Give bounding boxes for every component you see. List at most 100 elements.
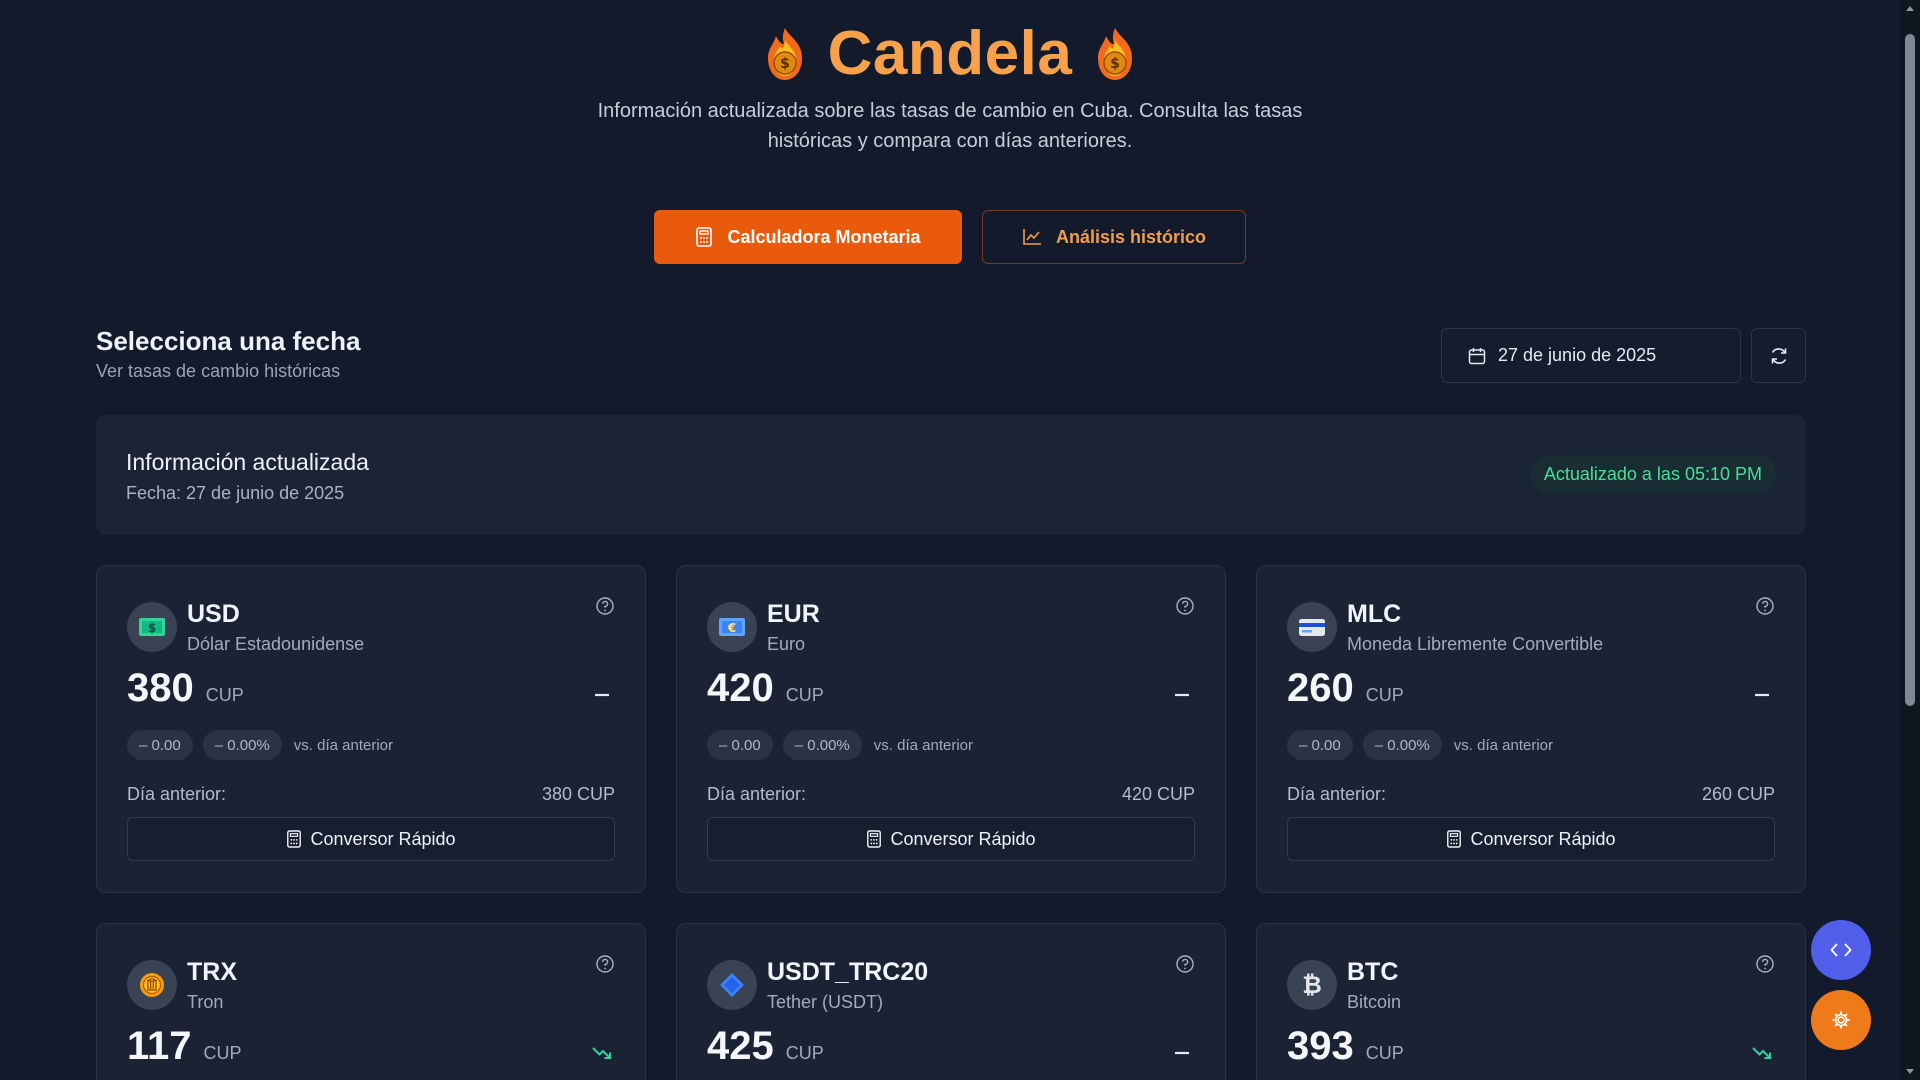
calculator-icon: [867, 830, 882, 848]
calculator-button-label: Calculadora Monetaria: [727, 226, 921, 247]
previous-day-value: 380 CUP: [541, 784, 615, 804]
rate-cards: $ USD Dólar Estadounidense 380 CUP – 0.0…: [96, 565, 1806, 1080]
rate: 393 CUP: [1287, 1024, 1404, 1069]
rate: 260 CUP: [1287, 666, 1404, 711]
calculator-button[interactable]: Calculadora Monetaria: [654, 210, 962, 264]
trend-flat-icon: [1755, 693, 1769, 697]
help-circle-icon[interactable]: [1755, 596, 1775, 616]
vs-label: vs. día anterior: [873, 736, 973, 754]
change-chips: – 0.00 – 0.00% vs. día anterior: [707, 730, 973, 760]
currency-code: TRX: [187, 958, 237, 986]
svg-text:$: $: [780, 56, 790, 72]
refresh-button[interactable]: [1751, 328, 1806, 383]
rate: 117 CUP: [127, 1024, 242, 1069]
rate-value: 420: [707, 666, 774, 710]
tron-coin-icon: [127, 960, 177, 1010]
quick-converter-button[interactable]: Conversor Rápido: [127, 817, 615, 861]
rate-unit: CUP: [1365, 1043, 1404, 1063]
quick-converter-button[interactable]: Conversor Rápido: [707, 817, 1195, 861]
scrollbar-thumb[interactable]: [1905, 34, 1915, 706]
settings-fab-button[interactable]: [1811, 990, 1871, 1050]
help-circle-icon[interactable]: [1755, 954, 1775, 974]
code-brackets-icon: [1830, 943, 1852, 957]
calendar-icon: [1468, 347, 1486, 364]
updated-badge: Actualizado a las 05:10 PM: [1529, 455, 1776, 493]
flame-coin-icon: $: [1098, 27, 1133, 80]
currency-code: USDT_TRC20: [767, 958, 929, 986]
rate-value: 260: [1287, 666, 1354, 710]
calculator-icon: [287, 830, 302, 848]
svg-text:€: €: [727, 621, 736, 635]
rate-unit: CUP: [1365, 685, 1404, 705]
currency-name: Dólar Estadounidense: [187, 634, 365, 654]
date-picker[interactable]: 27 de junio de 2025: [1441, 328, 1741, 383]
euro-bill-icon: €: [707, 602, 757, 652]
history-button-label: Análisis histórico: [1055, 226, 1207, 247]
rate-unit: CUP: [205, 685, 244, 705]
app-title: Candela: [827, 19, 1073, 88]
calculator-icon: [1447, 830, 1462, 848]
scroll-up-arrow-icon[interactable]: [1904, 2, 1916, 14]
date-section-header: Selecciona una fecha Ver tasas de cambio…: [96, 326, 360, 382]
currency-name: Tron: [187, 992, 224, 1012]
change-abs-badge: – 0.00: [127, 730, 193, 760]
line-chart-icon: [1023, 229, 1041, 245]
tether-diamond-icon: [707, 960, 757, 1010]
info-bar: Información actualizada Fecha: 27 de jun…: [96, 415, 1806, 535]
credit-card-icon: [1287, 602, 1337, 652]
currency-name: Tether (USDT): [767, 992, 884, 1012]
previous-day-row: Día anterior: 260 CUP: [1287, 784, 1775, 805]
quick-converter-label: Conversor Rápido: [1470, 828, 1616, 849]
rate-unit: CUP: [785, 685, 824, 705]
currency-code: EUR: [767, 600, 820, 628]
currency-card-usdt-trc20: USDT_TRC20 Tether (USDT) 425 CUP: [676, 923, 1226, 1080]
code-fab-button[interactable]: [1811, 920, 1871, 980]
help-circle-icon[interactable]: [595, 596, 615, 616]
svg-text:$: $: [148, 621, 156, 635]
vs-label: vs. día anterior: [1453, 736, 1553, 754]
previous-day-value: 260 CUP: [1701, 784, 1775, 804]
rate: 380 CUP: [127, 666, 244, 711]
rate-unit: CUP: [785, 1043, 824, 1063]
trend-flat-icon: [1175, 1051, 1189, 1055]
brand-header: $ Candela $: [0, 18, 1900, 89]
calculator-icon: [696, 227, 713, 247]
vertical-scrollbar[interactable]: [1900, 0, 1920, 1080]
help-circle-icon[interactable]: [595, 954, 615, 974]
rate-value: 380: [127, 666, 194, 710]
rate: 425 CUP: [707, 1024, 824, 1069]
info-date: Fecha: 27 de junio de 2025: [126, 483, 345, 503]
flame-coin-icon: $: [767, 27, 802, 80]
rate-value: 117: [127, 1024, 192, 1068]
help-circle-icon[interactable]: [1175, 954, 1195, 974]
bitcoin-icon: ₿: [1287, 960, 1337, 1010]
rate-value: 425: [707, 1024, 774, 1068]
currency-card-eur: € EUR Euro 420 CUP – 0.00 – 0.00% vs. dí…: [676, 565, 1226, 893]
change-pct-badge: – 0.00%: [1362, 730, 1442, 760]
trend-flat-icon: [1175, 693, 1189, 697]
change-pct-badge: – 0.00%: [202, 730, 282, 760]
currency-card-trx: TRX Tron 117 CUP: [96, 923, 646, 1080]
previous-day-label: Día anterior:: [1287, 784, 1387, 804]
change-abs-badge: – 0.00: [707, 730, 773, 760]
quick-converter-button[interactable]: Conversor Rápido: [1287, 817, 1775, 861]
history-analysis-button[interactable]: Análisis histórico: [982, 210, 1246, 264]
rate-unit: CUP: [203, 1043, 242, 1063]
previous-day-row: Día anterior: 380 CUP: [127, 784, 615, 805]
previous-day-label: Día anterior:: [707, 784, 807, 804]
currency-card-usd: $ USD Dólar Estadounidense 380 CUP – 0.0…: [96, 565, 646, 893]
dollar-bill-icon: $: [127, 602, 177, 652]
svg-text:₿: ₿: [1302, 971, 1322, 999]
scroll-down-arrow-icon[interactable]: [1904, 1066, 1916, 1078]
help-circle-icon[interactable]: [1175, 596, 1195, 616]
action-buttons: Calculadora Monetaria Análisis histórico: [0, 210, 1900, 264]
date-section-subtitle: Ver tasas de cambio históricas: [96, 361, 341, 381]
currency-card-mlc: MLC Moneda Libremente Convertible 260 CU…: [1256, 565, 1806, 893]
previous-day-value: 420 CUP: [1121, 784, 1195, 804]
currency-code: USD: [187, 600, 240, 628]
currency-name: Euro: [767, 634, 806, 654]
change-pct-badge: – 0.00%: [782, 730, 862, 760]
selected-date: 27 de junio de 2025: [1498, 345, 1657, 365]
page: $ Candela $ Información actualizada sobr…: [0, 0, 1900, 1080]
trend-flat-icon: [595, 693, 609, 697]
